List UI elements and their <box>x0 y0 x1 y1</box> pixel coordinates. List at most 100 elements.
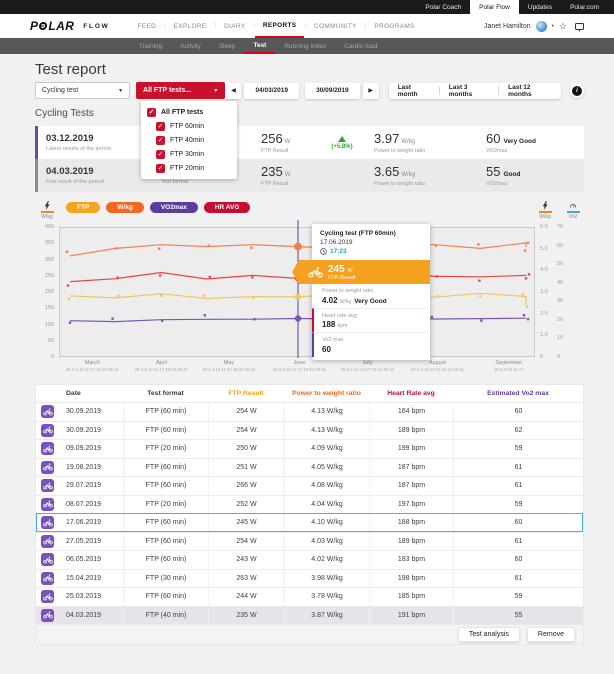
cell-ftp-result: 235 W <box>208 607 284 625</box>
header-power-to-weight[interactable]: Power to weight ratio <box>284 390 369 397</box>
right-axis-wkg-unit: W/kg <box>534 201 556 220</box>
legend-pill-vo2max[interactable]: VO2max <box>150 202 198 213</box>
axis-tick-label: 50 <box>48 338 54 344</box>
date-to-field[interactable]: 30/09/2019 <box>305 83 360 99</box>
topbar-item-updates[interactable]: Updates <box>519 0 561 14</box>
quick-range-last-month[interactable]: Last month <box>389 84 439 98</box>
cycling-icon-cell <box>36 459 64 477</box>
subnav-item-activity[interactable]: Activity <box>171 38 210 54</box>
tooltip-time: 17:23 <box>330 248 347 255</box>
table-row[interactable]: 06.05.2019FTP (60 min)243 W4.02 W/kg183 … <box>36 550 583 569</box>
checkbox-checked-icon[interactable]: ✓ <box>147 108 156 117</box>
table-row[interactable]: 08.07.2019FTP (20 min)252 W4.04 W/kg197 … <box>36 495 583 514</box>
chat-bubble-icon[interactable] <box>575 23 584 30</box>
left-axis-unit: W/kg <box>36 201 58 220</box>
quick-range-last-3-months[interactable]: Last 3 months <box>440 84 498 98</box>
table-row[interactable]: 17.06.2019FTP (60 min)245 W4.10 W/kg188 … <box>36 513 583 532</box>
table-row[interactable]: 15.04.2019FTP (30 min)263 W3.98 W/kg198 … <box>36 569 583 588</box>
cell-ftp-result: 263 W <box>208 570 284 588</box>
header-date[interactable]: Date <box>64 390 123 397</box>
button-test-analysis[interactable]: Test analysis <box>458 627 520 642</box>
ftp-filter-option-ftp-30min[interactable]: ✓FTP 30min <box>141 147 237 161</box>
topbar-item-polar-coach[interactable]: Polar Coach <box>416 0 470 14</box>
table-row[interactable]: 09.09.2019FTP (20 min)250 W4.09 W/kg199 … <box>36 439 583 458</box>
ftp-filter-select[interactable]: All FTP tests... ▼ <box>136 82 225 99</box>
header-test-format[interactable]: Test format <box>123 390 208 397</box>
subnav-item-running-index[interactable]: Running Index <box>275 38 335 54</box>
subnav-item-training[interactable]: Training <box>130 38 171 54</box>
date-from-field[interactable]: 04/03/2019 <box>244 83 299 99</box>
x-axis-month-june: June25-3 4-10 11-17 18-24 25-31 <box>273 360 326 372</box>
header-estimated-vo2[interactable]: Estimated Vo2 max <box>453 390 583 397</box>
chart-plot-area[interactable]: Cycling test (FTP 60min) 17.06.2019 17:2… <box>59 227 535 357</box>
table-row[interactable]: 30.09.2019FTP (60 min)254 W4.13 W/kg164 … <box>36 402 583 421</box>
topbar-item-polar-com[interactable]: Polar.com <box>561 0 608 14</box>
ftp-filter-option-ftp-40min[interactable]: ✓FTP 40min <box>141 133 237 147</box>
quick-range-buttons: Last monthLast 3 monthsLast 12 months <box>389 83 561 99</box>
legend-pill-w-kg[interactable]: W/kg <box>106 202 144 213</box>
summary-row-latest[interactable]: 03.12.2019 Latest results of the period … <box>35 126 584 159</box>
topbar-item-polar-flow[interactable]: Polar Flow <box>470 0 519 14</box>
header-ftp-result[interactable]: FTP Result <box>208 390 284 397</box>
summary-vo2-value: 60 <box>486 131 500 146</box>
cell-power-to-weight: 4.05 W/kg <box>284 459 369 477</box>
ftp-filter-option-ftp-60min[interactable]: ✓FTP 60min <box>141 119 237 133</box>
axis-tick-label: 5.0 <box>540 246 548 252</box>
legend-pill-hr-avg[interactable]: HR AVG <box>204 202 251 213</box>
tooltip-hr-label: Heart rate avg <box>322 313 422 319</box>
cell-estimated-vo2: 61 <box>453 570 583 588</box>
nav-item-diary[interactable]: DIARY <box>216 14 253 38</box>
quick-range-last-12-months[interactable]: Last 12 months <box>499 84 561 98</box>
favorites-star-icon[interactable]: ☆ <box>559 22 567 31</box>
main-nav: FEED|EXPLORE|DIARY|REPORTS|COMMUNITY|PRO… <box>130 14 423 38</box>
subnav-item-cardio-load[interactable]: Cardio load <box>335 38 386 54</box>
nav-item-explore[interactable]: EXPLORE <box>166 14 215 38</box>
table-row[interactable]: 30.09.2019FTP (60 min)254 W4.13 W/kg189 … <box>36 421 583 440</box>
summary-row-first[interactable]: 04.03.2019 First result of the period FT… <box>35 159 584 192</box>
polar-logo-o-icon <box>39 22 48 30</box>
month-week-ticks: 25-3 4-10 11-17 18-24 25-31 <box>341 367 394 372</box>
ftp-filter-option-ftp-20min[interactable]: ✓FTP 20min <box>141 161 237 175</box>
legend-pill-ftp[interactable]: FTP <box>66 202 100 213</box>
button-remove[interactable]: Remove <box>527 627 575 642</box>
previous-period-button[interactable]: ◀ <box>225 83 241 99</box>
subnav-item-test[interactable]: Test <box>244 38 275 54</box>
cell-ftp-result: 250 W <box>208 440 284 458</box>
polar-logo[interactable]: PLAR <box>30 14 74 38</box>
sport-select[interactable]: Cycling test ▼ <box>35 82 130 99</box>
nav-item-feed[interactable]: FEED <box>130 14 165 38</box>
checkbox-checked-icon[interactable]: ✓ <box>156 136 165 145</box>
cell-estimated-vo2: 59 <box>453 440 583 458</box>
table-row[interactable]: 29.07.2019FTP (60 min)266 W4.08 W/kg187 … <box>36 476 583 495</box>
cell-heart-rate-avg: 198 bpm <box>369 570 453 588</box>
nav-item-reports[interactable]: REPORTS <box>255 14 305 38</box>
table-row[interactable]: 27.05.2019FTP (60 min)254 W4.03 W/kg189 … <box>36 532 583 551</box>
table-row[interactable]: 19.08.2019FTP (60 min)251 W4.05 W/kg187 … <box>36 458 583 477</box>
nav-item-programs[interactable]: PROGRAMS <box>366 14 422 38</box>
user-name[interactable]: Janet Hamilton <box>484 23 531 30</box>
info-button[interactable]: i <box>570 83 584 98</box>
cycling-icon <box>308 267 323 278</box>
cell-date: 08.07.2019 <box>64 496 123 514</box>
ftp-filter-option-label: All FTP tests <box>161 109 203 116</box>
header-heart-rate-avg[interactable]: Heart Rate avg <box>369 390 453 397</box>
cell-ftp-result: 244 W <box>208 588 284 606</box>
chevron-down-icon[interactable]: ▾ <box>552 23 554 29</box>
ftp-filter-option-all-ftp-tests[interactable]: ✓ All FTP tests <box>141 105 237 119</box>
month-week-ticks: 25-3 4-10 11-17 18-24 25-31 <box>135 367 188 372</box>
avatar[interactable] <box>536 21 547 32</box>
nav-item-community[interactable]: COMMUNITY <box>306 14 365 38</box>
next-period-button[interactable]: ▶ <box>363 83 379 99</box>
subnav-item-sleep[interactable]: Sleep <box>210 38 245 54</box>
cycling-icon <box>41 424 54 437</box>
table-row[interactable]: 04.03.2019FTP (40 min)235 W3.87 W/kg191 … <box>36 606 583 625</box>
table-row[interactable]: 25.03.2019FTP (60 min)244 W3.78 W/kg185 … <box>36 587 583 606</box>
reports-sub-nav: TrainingActivitySleepTestRunning IndexCa… <box>0 38 614 54</box>
checkbox-checked-icon[interactable]: ✓ <box>156 150 165 159</box>
checkbox-checked-icon[interactable]: ✓ <box>156 122 165 131</box>
summary-vo2-label: VO2max <box>486 181 584 187</box>
summary-power-unit: W/kg <box>401 139 415 145</box>
checkbox-checked-icon[interactable]: ✓ <box>156 164 165 173</box>
left-axis-ticks: 400350300250200150100500 <box>35 227 59 357</box>
table-body: 30.09.2019FTP (60 min)254 W4.13 W/kg164 … <box>36 402 583 624</box>
